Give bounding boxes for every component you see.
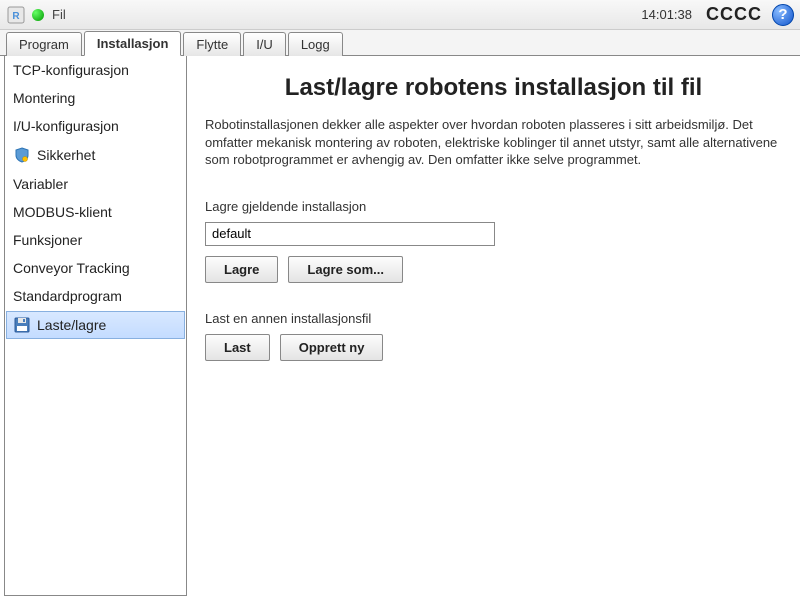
sidebar-item-sikkerhet[interactable]: Sikkerhet <box>5 140 186 170</box>
sidebar-item-laste-lagre[interactable]: Laste/lagre <box>6 311 185 339</box>
sidebar-item-label: Laste/lagre <box>37 317 106 333</box>
sidebar-item-label: MODBUS-klient <box>13 204 112 220</box>
page-description: Robotinstallasjonen dekker alle aspekter… <box>205 116 782 169</box>
tab-logg[interactable]: Logg <box>288 32 343 56</box>
status-text: CCCC <box>706 4 762 25</box>
content-area: TCP-konfigurasjon Montering I/U-konfigur… <box>0 56 800 600</box>
main-panel: Last/lagre robotens installasjon til fil… <box>187 56 800 600</box>
sidebar-item-label: Variabler <box>13 176 68 192</box>
save-as-button[interactable]: Lagre som... <box>288 256 403 283</box>
tab-installasjon[interactable]: Installasjon <box>84 31 182 56</box>
sidebar-item-conveyor[interactable]: Conveyor Tracking <box>5 254 186 282</box>
sidebar-item-label: Funksjoner <box>13 232 82 248</box>
help-icon[interactable]: ? <box>772 4 794 26</box>
sidebar-item-variabler[interactable]: Variabler <box>5 170 186 198</box>
page-title: Last/lagre robotens installasjon til fil <box>205 74 782 102</box>
sidebar-item-label: Conveyor Tracking <box>13 260 130 276</box>
tab-flytte[interactable]: Flytte <box>183 32 241 56</box>
sidebar: TCP-konfigurasjon Montering I/U-konfigur… <box>4 56 187 596</box>
sidebar-item-modbus[interactable]: MODBUS-klient <box>5 198 186 226</box>
tab-program[interactable]: Program <box>6 32 82 56</box>
load-section-label: Last en annen installasjonsfil <box>205 311 782 326</box>
disk-icon <box>13 316 31 334</box>
sidebar-item-iu-config[interactable]: I/U-konfigurasjon <box>5 112 186 140</box>
status-indicator-icon <box>32 9 44 21</box>
shield-icon <box>13 146 31 164</box>
app-logo-icon: R <box>6 5 26 25</box>
save-section-label: Lagre gjeldende installasjon <box>205 199 782 214</box>
sidebar-item-funksjoner[interactable]: Funksjoner <box>5 226 186 254</box>
load-button[interactable]: Last <box>205 334 270 361</box>
filename-input[interactable] <box>205 222 495 246</box>
save-button[interactable]: Lagre <box>205 256 278 283</box>
sidebar-item-label: Sikkerhet <box>37 147 95 163</box>
sidebar-item-label: Montering <box>13 90 75 106</box>
sidebar-item-label: TCP-konfigurasjon <box>13 62 129 78</box>
create-new-button[interactable]: Opprett ny <box>280 334 384 361</box>
clock: 14:01:38 <box>641 7 692 22</box>
sidebar-item-montering[interactable]: Montering <box>5 84 186 112</box>
save-button-row: Lagre Lagre som... <box>205 256 782 283</box>
load-button-row: Last Opprett ny <box>205 334 782 361</box>
main-tabs: Program Installasjon Flytte I/U Logg <box>0 30 800 56</box>
sidebar-item-tcp[interactable]: TCP-konfigurasjon <box>5 56 186 84</box>
file-menu[interactable]: Fil <box>52 7 66 22</box>
tab-iu[interactable]: I/U <box>243 32 286 56</box>
sidebar-item-label: Standardprogram <box>13 288 122 304</box>
topbar: R Fil 14:01:38 CCCC ? <box>0 0 800 30</box>
sidebar-item-label: I/U-konfigurasjon <box>13 118 119 134</box>
sidebar-item-standardprogram[interactable]: Standardprogram <box>5 282 186 310</box>
svg-text:R: R <box>12 11 20 22</box>
